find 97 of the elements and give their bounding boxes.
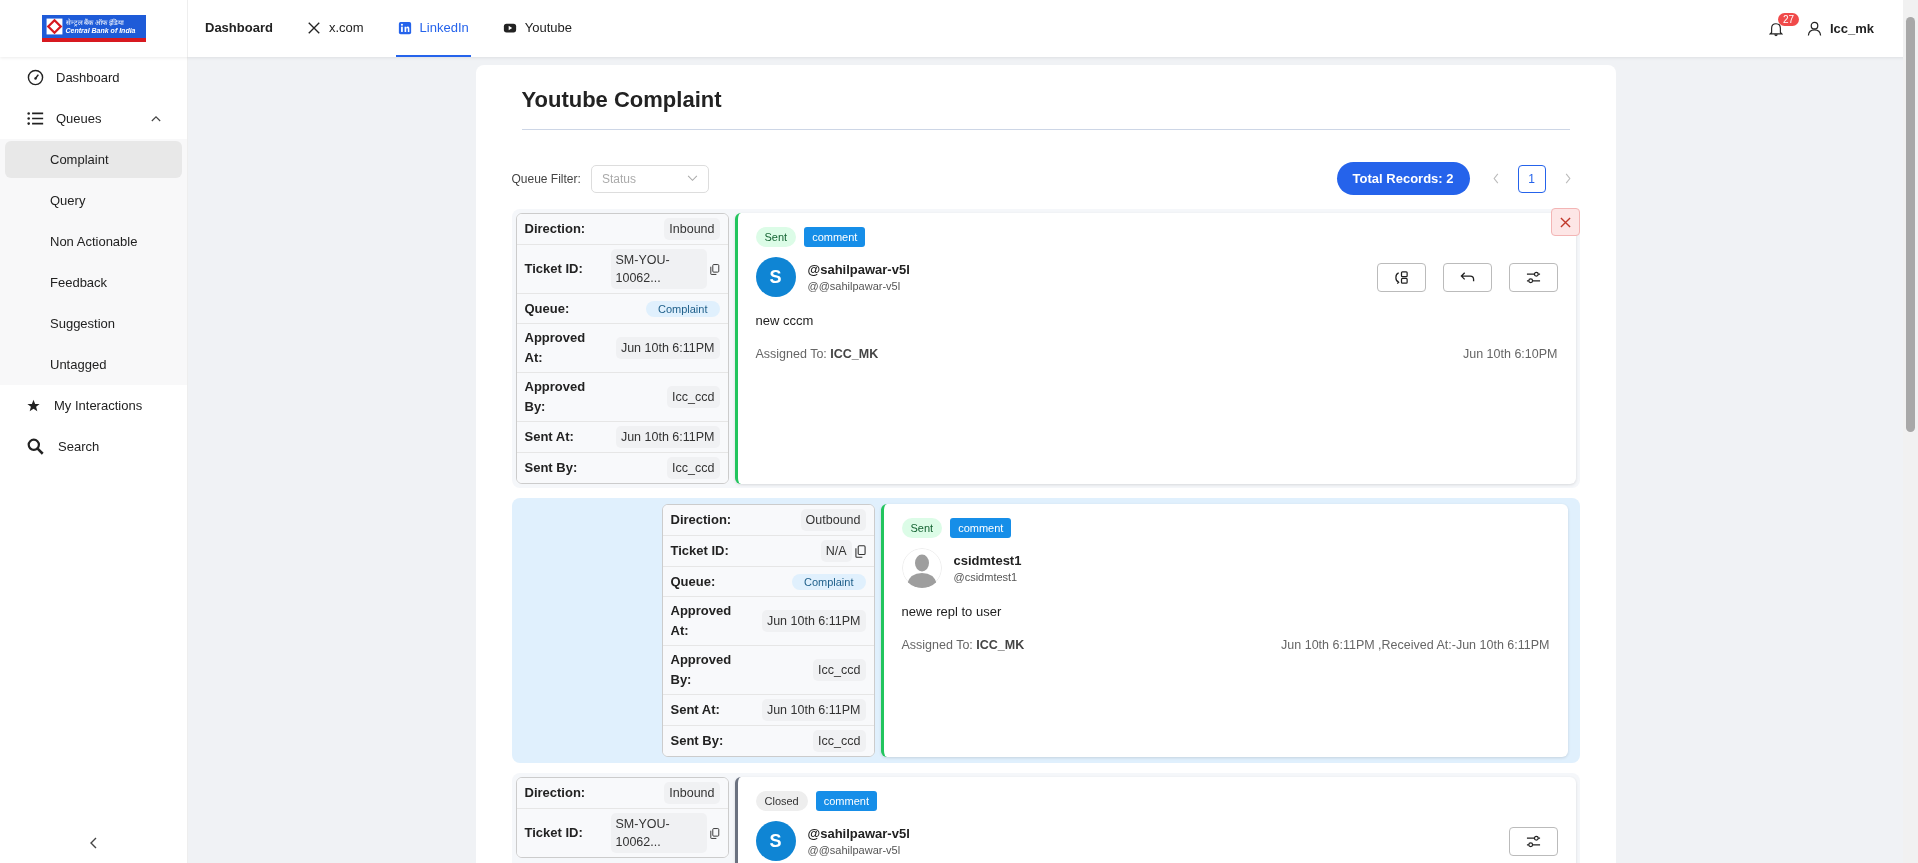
sidebar-subitem[interactable]: Query <box>5 182 182 219</box>
detail-label: Ticket ID: <box>670 542 730 560</box>
detail-label: Sent At: <box>524 428 575 446</box>
user-icon <box>1806 21 1822 36</box>
detail-label: Queue: <box>670 572 717 591</box>
nav-tab[interactable]: Dashboard <box>203 0 275 57</box>
author-handle: @@sahilpawar-v5l <box>807 844 902 856</box>
detail-value: Outbound <box>800 509 866 531</box>
channel-tag: comment <box>950 518 1012 538</box>
notification-count-badge: 27 <box>1777 12 1800 26</box>
sliders-icon <box>1525 833 1541 849</box>
scrollbar[interactable] <box>1903 0 1918 863</box>
sidebar-item[interactable]: Queues <box>0 98 187 139</box>
detail-value: Icc_ccd <box>813 659 866 681</box>
copy-icon[interactable] <box>854 544 866 558</box>
avatar: S <box>755 257 796 297</box>
assigned-to-text: Assigned To: ICC_MK <box>901 638 1025 652</box>
nav-tab[interactable]: LinkedIn <box>395 0 471 57</box>
detail-value: Jun 10th 6:11PM <box>761 699 866 721</box>
action-button[interactable] <box>1508 262 1558 292</box>
status-tag: Sent <box>901 518 943 538</box>
detail-label: Queue: <box>524 299 571 318</box>
status-tag: Sent <box>755 227 797 247</box>
channel-tag: comment <box>804 227 866 247</box>
filter-label: Queue Filter: <box>511 171 581 186</box>
notification-bell-icon[interactable] <box>1768 20 1783 37</box>
page-number-button[interactable]: 1 <box>1517 164 1546 193</box>
detail-value: Jun 10th 6:11PM <box>761 610 866 632</box>
detail-label: Ticket ID: <box>524 260 584 278</box>
nav-tab[interactable]: Youtube <box>500 0 574 57</box>
timestamp: Jun 10th 6:10PM <box>1463 347 1558 361</box>
caret-icon <box>686 175 698 182</box>
sidebar-subitem[interactable]: Suggestion <box>5 305 182 342</box>
list-icon <box>27 110 44 127</box>
action-button[interactable] <box>1376 262 1426 292</box>
x-logo-icon <box>306 20 321 35</box>
collapse-chevron-icon[interactable] <box>89 837 97 849</box>
message-text: newe repl to user <box>901 604 1003 619</box>
detail-label: Direction: <box>524 784 587 802</box>
action-button[interactable] <box>1508 826 1558 856</box>
detail-value: SM-YOU-10062... <box>610 813 707 853</box>
detail-label: Ticket ID: <box>524 824 584 842</box>
gauge-icon <box>27 69 44 86</box>
copy-icon[interactable] <box>709 826 720 840</box>
detail-value: Inbound <box>664 782 720 804</box>
detail-label: Approved At: <box>524 329 587 367</box>
detail-label: Direction: <box>670 511 733 529</box>
detail-label: Approved By: <box>524 378 587 416</box>
detail-value: Icc_ccd <box>667 457 720 479</box>
detail-label: Sent By: <box>524 459 579 477</box>
author-handle: @@sahilpawar-v5l <box>807 280 902 292</box>
page-title: Youtube Complaint <box>521 65 1570 130</box>
detail-value: Inbound <box>664 218 720 240</box>
author-handle: @csidmtest1 <box>953 571 1019 583</box>
total-records-badge: Total Records: 2 <box>1336 162 1470 195</box>
detail-value: Icc_ccd <box>813 730 866 752</box>
sidebar-item[interactable]: Search <box>0 426 187 467</box>
nav-tab[interactable]: x.com <box>304 0 366 57</box>
queue-badge: Complaint <box>645 300 720 317</box>
user-name[interactable]: Icc_mk <box>1829 21 1874 36</box>
search-icon <box>27 438 44 455</box>
author-name: @sahilpawar-v5l <box>807 826 910 841</box>
detail-value: Icc_ccd <box>667 386 720 408</box>
detail-value: Jun 10th 6:11PM <box>615 426 720 448</box>
detail-label: Sent At: <box>670 701 721 719</box>
logo-mark-icon <box>45 18 63 35</box>
message-text: new cccm <box>755 313 815 328</box>
sidebar-subitem[interactable]: Non Actionable <box>5 223 182 260</box>
detail-value: Jun 10th 6:11PM <box>615 337 720 359</box>
sidebar-subitem[interactable]: Complaint <box>5 141 182 178</box>
detail-value: N/A <box>820 540 852 562</box>
linkedin-icon <box>397 20 412 35</box>
assigned-to-text: Assigned To: ICC_MK <box>755 347 879 361</box>
avatar: S <box>755 821 796 861</box>
close-button[interactable] <box>1550 208 1580 236</box>
sidebar-subitem[interactable]: Feedback <box>5 264 182 301</box>
channel-tag: comment <box>815 791 877 811</box>
author-name: @sahilpawar-v5l <box>807 262 910 277</box>
star-icon <box>27 399 40 412</box>
detail-label: Direction: <box>524 220 587 238</box>
timestamp: Jun 10th 6:11PM ,Received At:-Jun 10th 6:11PM <box>1281 638 1550 652</box>
detail-label: Approved At: <box>670 602 733 640</box>
avatar-silhouette-icon <box>901 548 942 588</box>
copy-icon[interactable] <box>709 262 720 276</box>
detail-value: SM-YOU-10062... <box>610 249 707 289</box>
close-icon <box>1559 216 1571 228</box>
detail-label: Approved By: <box>670 651 733 689</box>
status-tag: Closed <box>755 791 808 811</box>
sliders-icon <box>1525 269 1541 285</box>
sidebar-item[interactable]: Dashboard <box>0 57 187 98</box>
sidebar-item[interactable]: My Interactions <box>0 385 187 426</box>
sidebar-subitem[interactable]: Untagged <box>5 346 182 383</box>
action-button[interactable] <box>1442 262 1492 292</box>
convert-icon <box>1393 269 1409 285</box>
detail-label: Sent By: <box>670 732 725 750</box>
author-name: csidmtest1 <box>953 553 1022 568</box>
queue-badge: Complaint <box>791 573 866 590</box>
